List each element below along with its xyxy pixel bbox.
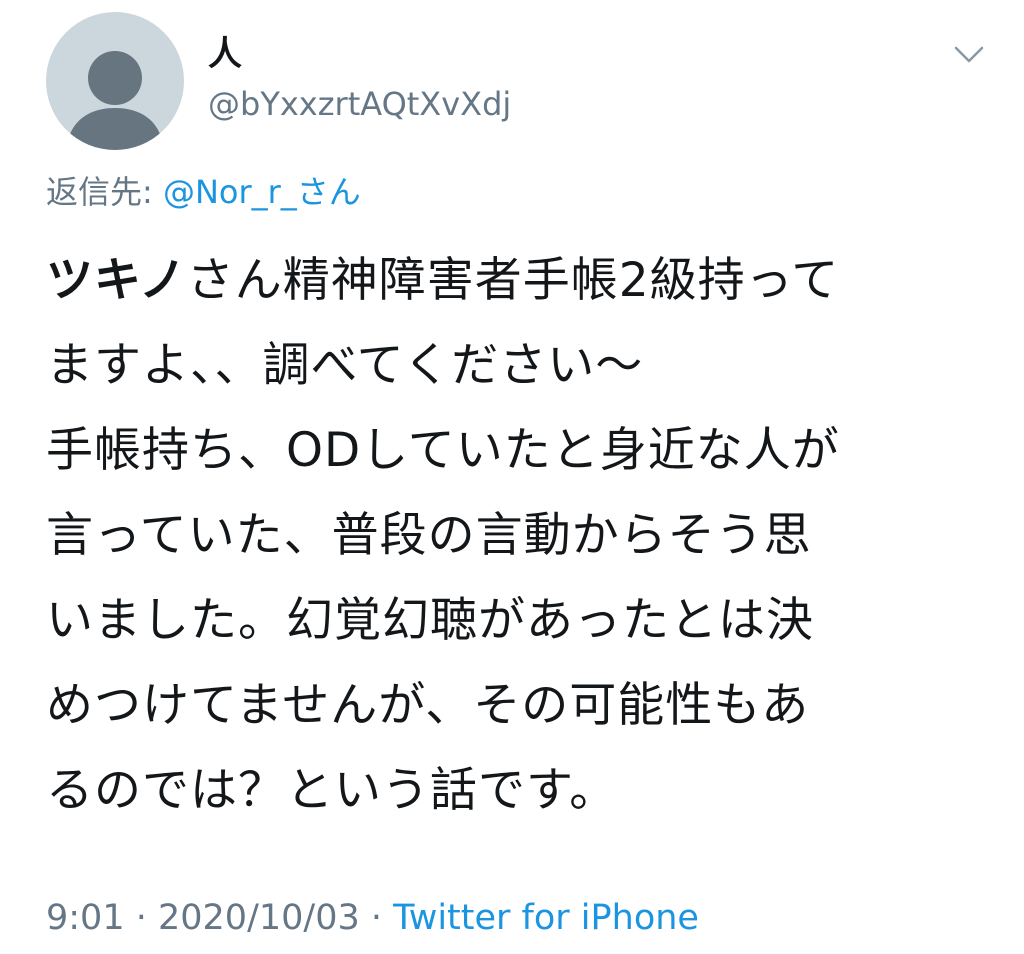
tweet-line-2: ますよ、、調べてください〜	[46, 338, 644, 393]
tweet-time[interactable]: 9:01	[46, 898, 125, 938]
display-name[interactable]: 人	[208, 34, 242, 74]
meta-separator: ·	[359, 898, 394, 938]
chevron-down-icon[interactable]	[952, 40, 986, 68]
reply-context: 返信先: @Nor_r_さん	[46, 170, 361, 214]
tweet-line-6: めつけてませんが、その可能性もあ	[46, 678, 810, 733]
tweet-line-4: 言っていた、普段の言動からそう思	[46, 508, 812, 563]
tweet-line-5: いました。幻覚幻聴があったとは決	[46, 593, 814, 648]
tweet-line-3: 手帳持ち、ODしていたと身近な人が	[46, 423, 840, 478]
tweet-line-7: るのでは？という話です。	[46, 763, 618, 818]
tweet-date[interactable]: 2020/10/03	[158, 898, 360, 938]
tweet-line-1: ツキノさん精神障害者手帳2級持って	[46, 238, 996, 323]
tweet-line-1-rest: さん精神障害者手帳2級持って	[186, 253, 840, 308]
highlighted-name: ツキノ	[46, 253, 187, 308]
tweet-source-link[interactable]: Twitter for iPhone	[393, 898, 699, 938]
reply-mention-link[interactable]: @Nor_r_さん	[163, 173, 361, 211]
default-profile-icon	[66, 51, 164, 150]
tweet-metadata: 9:01 · 2020/10/03 · Twitter for iPhone	[46, 893, 699, 943]
meta-separator: ·	[124, 898, 158, 938]
tweet-text: ツキノさん精神障害者手帳2級持って ますよ、、調べてください〜 手帳持ち、ODし…	[46, 238, 996, 833]
reply-prefix: 返信先:	[46, 173, 163, 211]
avatar[interactable]	[46, 12, 184, 150]
user-handle[interactable]: @bYxxzrtAQtXvXdj	[208, 84, 511, 124]
